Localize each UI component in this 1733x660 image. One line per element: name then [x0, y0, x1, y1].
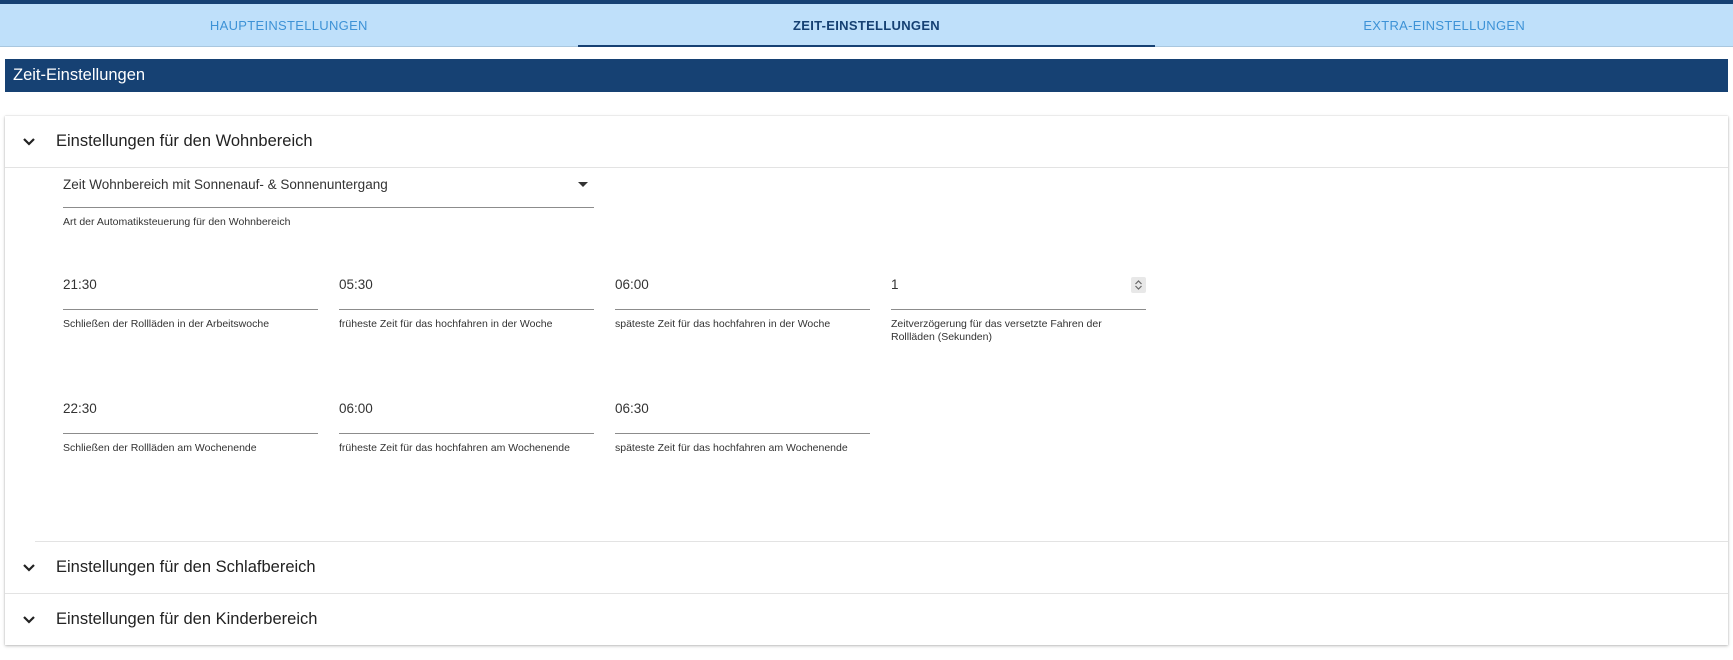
close-weekday-input[interactable]: 21:30 Schließen der Rollläden in der Arb… — [63, 274, 318, 331]
delay-seconds-input[interactable]: 1 Zeitverzögerung für das versetzte Fahr… — [891, 274, 1146, 344]
close-weekend-input[interactable]: 22:30 Schließen der Rollläden am Wochene… — [63, 398, 318, 455]
accordion-title: Einstellungen für den Schlafbereich — [56, 558, 316, 576]
accordion-header-kinderbereich[interactable]: Einstellungen für den Kinderbereich — [5, 594, 1728, 645]
divider — [5, 167, 1728, 168]
latest-up-weekday-input[interactable]: 06:00 späteste Zeit für das hochfahren i… — [615, 274, 870, 331]
mode-select[interactable]: Zeit Wohnbereich mit Sonnenauf- & Sonnen… — [63, 174, 594, 229]
accordion-title: Einstellungen für den Kinderbereich — [56, 610, 318, 628]
chevron-down-icon — [23, 138, 35, 146]
accordion-title: Einstellungen für den Wohnbereich — [56, 132, 313, 150]
mode-select-value: Zeit Wohnbereich mit Sonnenauf- & Sonnen… — [63, 177, 388, 192]
latest-up-weekend-input[interactable]: 06:30 späteste Zeit für das hochfahren a… — [615, 398, 870, 455]
tab-extra-einstellungen[interactable]: EXTRA-EINSTELLUNGEN — [1155, 4, 1733, 46]
section-title: Zeit-Einstellungen — [13, 66, 146, 84]
earliest-up-weekday-input[interactable]: 05:30 früheste Zeit für das hochfahren i… — [339, 274, 594, 331]
accordion-panel: Einstellungen für den Wohnbereich Zeit W… — [5, 116, 1728, 645]
chevron-down-icon — [23, 616, 35, 624]
mode-select-help: Art der Automatiksteuerung für den Wohnb… — [63, 216, 291, 228]
section-header: Zeit-Einstellungen — [5, 59, 1728, 92]
earliest-up-weekend-input[interactable]: 06:00 früheste Zeit für das hochfahren a… — [339, 398, 594, 455]
accordion-header-schlafbereich[interactable]: Einstellungen für den Schlafbereich — [5, 542, 1728, 593]
accordion-header-wohnbereich[interactable]: Einstellungen für den Wohnbereich — [5, 116, 1728, 167]
caret-down-icon — [578, 182, 588, 187]
spinner-arrows-icon[interactable] — [1131, 277, 1146, 293]
tab-haupteinstellungen[interactable]: HAUPTEINSTELLUNGEN — [0, 4, 578, 46]
tab-zeit-einstellungen[interactable]: ZEIT-EINSTELLUNGEN — [577, 4, 1156, 47]
chevron-down-icon — [23, 564, 35, 572]
tab-bar: HAUPTEINSTELLUNGEN ZEIT-EINSTELLUNGEN EX… — [0, 4, 1733, 47]
